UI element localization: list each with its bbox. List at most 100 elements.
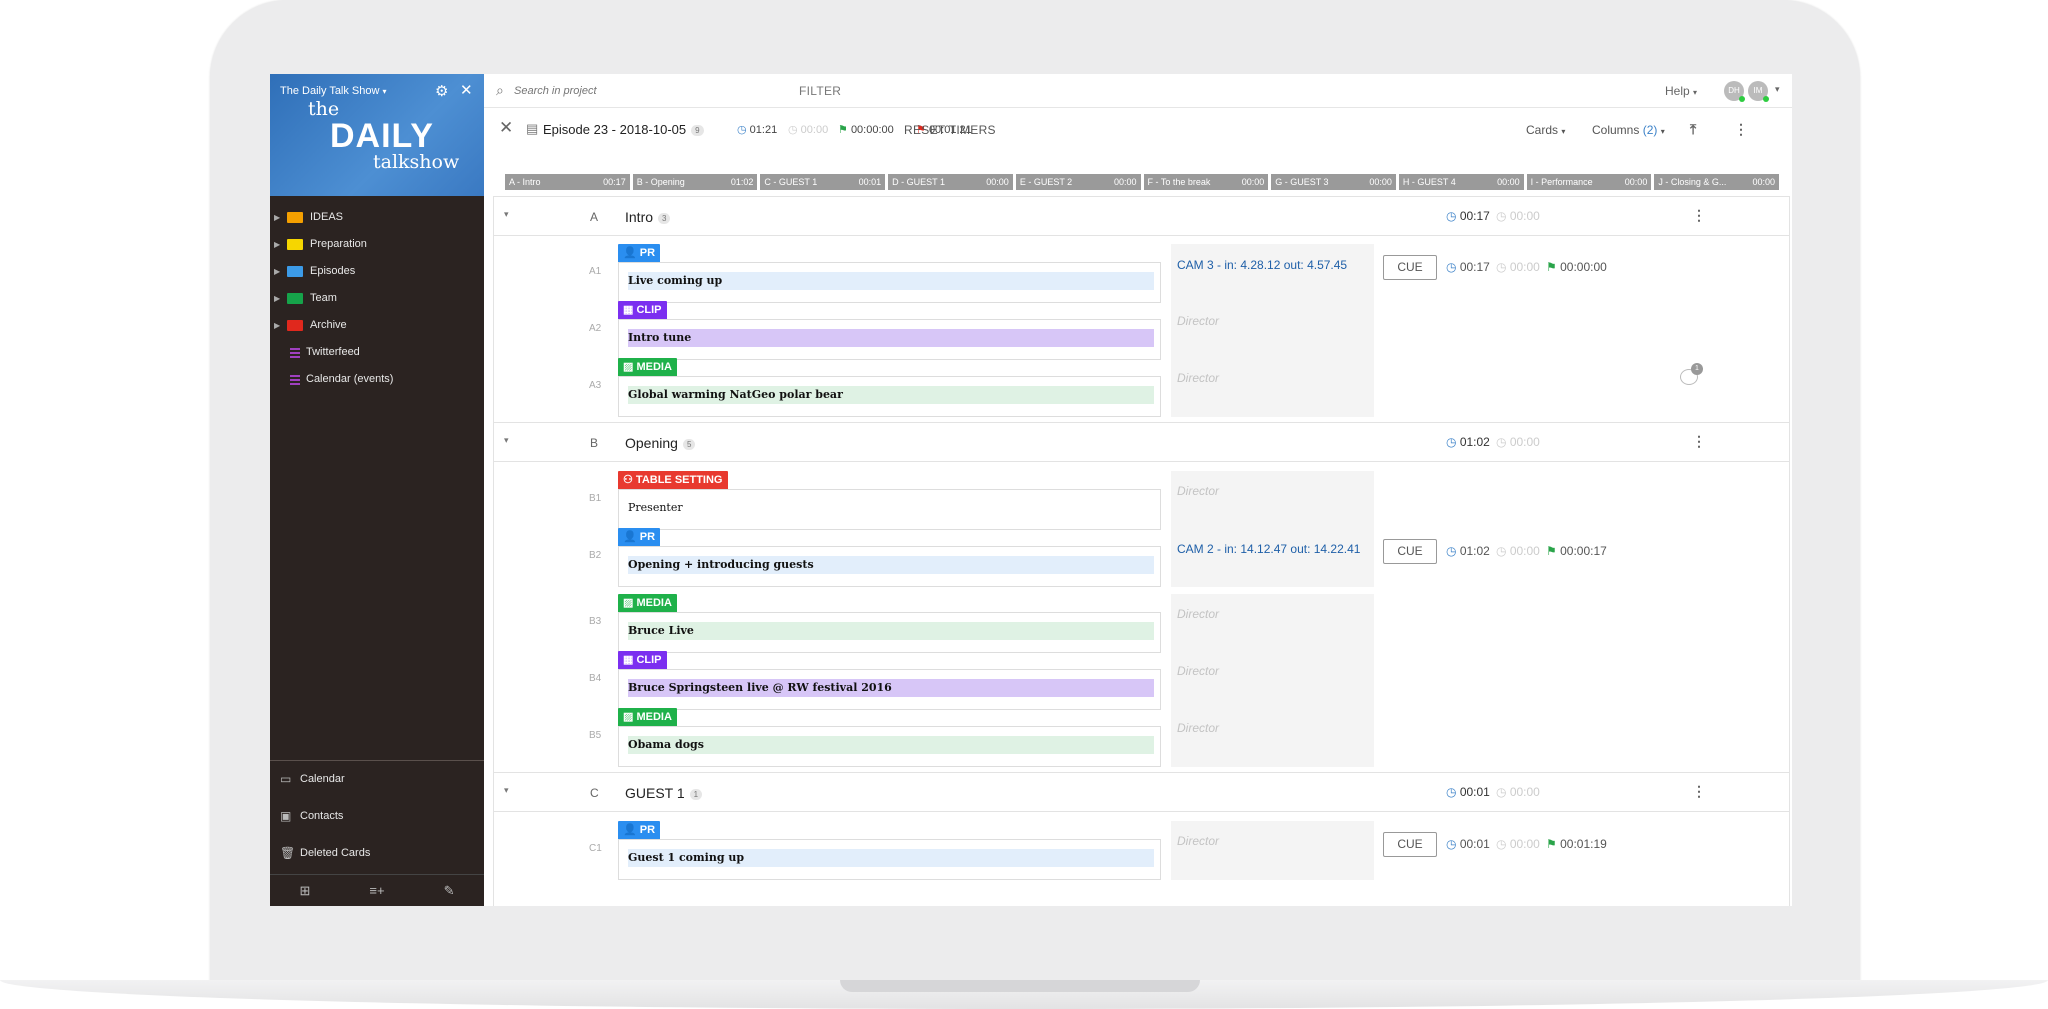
search-input[interactable] <box>514 79 794 103</box>
card-type-tag[interactable]: ▨ MEDIA <box>618 594 677 613</box>
card-title[interactable]: Obama dogs <box>628 736 1154 754</box>
director-note-field[interactable]: Director <box>1171 708 1374 767</box>
segment-chip[interactable]: J - Closing & G... 00:00 <box>1654 174 1780 190</box>
cue-button[interactable]: CUE <box>1383 832 1437 857</box>
cards-view-select[interactable]: Cards ▾ <box>1526 123 1565 137</box>
chevron-down-icon[interactable]: ▾ <box>504 435 509 446</box>
help-menu[interactable]: Help ▾ <box>1665 84 1697 98</box>
caret-right-icon[interactable]: ▶ <box>274 231 280 258</box>
card-type-tag[interactable]: 👤 PR <box>618 244 661 263</box>
more-vertical-icon[interactable]: ⋮ <box>1734 121 1748 138</box>
more-vertical-icon[interactable]: ⋮ <box>1692 783 1706 800</box>
segment-chip[interactable]: C - GUEST 1 00:01 <box>760 174 886 190</box>
sidebar-item-calendar-events[interactable]: Calendar (events) <box>270 366 484 393</box>
project-tree: ▶ IDEAS ▶ Preparation ▶ Episodes ▶ Team ▶ Archive… <box>270 204 484 393</box>
card-title[interactable]: Opening + introducing guests <box>628 556 1154 574</box>
group-name[interactable]: Opening 5 <box>625 435 696 451</box>
avatar[interactable]: DH <box>1724 81 1745 102</box>
card-title[interactable]: Intro tune <box>628 329 1154 347</box>
sidebar-item-preparation[interactable]: ▶ Preparation <box>270 231 484 258</box>
sidebar-toolbar: ⊞ ≡+ ✎ <box>270 874 484 906</box>
card-type-tag[interactable]: ▨ MEDIA <box>618 358 677 377</box>
group-name[interactable]: GUEST 1 1 <box>625 785 703 801</box>
sidebar-item-archive[interactable]: ▶ Archive <box>270 312 484 339</box>
card-title[interactable]: Global warming NatGeo polar bear <box>628 386 1154 404</box>
caret-right-icon[interactable]: ▶ <box>274 204 280 231</box>
card-type-tag[interactable]: ▦ CLIP <box>618 651 667 670</box>
sidebar-item-episodes[interactable]: ▶ Episodes <box>270 258 484 285</box>
card-title-box[interactable]: Global warming NatGeo polar bear <box>618 376 1161 417</box>
card-title[interactable]: Guest 1 coming up <box>628 849 1154 867</box>
segment-chip[interactable]: A - Intro 00:17 <box>505 174 630 190</box>
sidebar-footer-label: Contacts <box>300 810 344 822</box>
director-note-field[interactable]: Director <box>1171 821 1374 880</box>
card-title[interactable]: Presenter <box>628 499 1154 517</box>
segment-chip[interactable]: D - GUEST 1 00:00 <box>888 174 1013 190</box>
chevron-down-icon: ▾ <box>1561 127 1566 136</box>
avatar-initials: DH <box>1728 86 1740 95</box>
more-vertical-icon[interactable]: ⋮ <box>1692 207 1706 224</box>
segment-chip[interactable]: F - To the break 00:00 <box>1143 174 1269 190</box>
card-type-tag[interactable]: ▨ MEDIA <box>618 708 677 727</box>
segment-chip[interactable]: H - GUEST 4 00:00 <box>1398 174 1524 190</box>
card-type-tag[interactable]: ⚇ TABLE SETTING <box>618 471 728 490</box>
folder-icon <box>287 212 303 223</box>
card-title-box[interactable]: Guest 1 coming up <box>618 839 1161 880</box>
card-title[interactable]: Bruce Live <box>628 622 1154 640</box>
card-title[interactable]: Live coming up <box>628 272 1154 290</box>
clock-icon: ◷ <box>1446 837 1460 851</box>
camera-note[interactable]: CAM 2 - in: 14.12.47 out: 14.22.41 <box>1171 528 1374 587</box>
sidebar-item-twitterfeed[interactable]: Twitterfeed <box>270 339 484 366</box>
group-header[interactable]: ▾ C GUEST 1 1 ◷ 00:01 ◷ 00:00 ⋮ <box>494 772 1789 812</box>
add-folder-icon[interactable]: ⊞ <box>300 883 311 899</box>
card-row: B5 ▨ MEDIA Obama dogs Director <box>494 700 1789 767</box>
filter-button[interactable]: FILTER <box>799 84 841 98</box>
group-header[interactable]: ▾ B Opening 5 ◷ 01:02 ◷ 00:00 ⋮ <box>494 422 1789 462</box>
close-icon[interactable]: ✕ <box>460 81 473 99</box>
segment-chip[interactable]: I - Performance 00:00 <box>1526 174 1652 190</box>
gear-icon[interactable]: ⚙ <box>435 82 448 100</box>
sidebar-footer-contacts[interactable]: ▣ Contacts <box>270 798 484 835</box>
segment-chip[interactable]: E - GUEST 2 00:00 <box>1015 174 1141 190</box>
add-card-icon[interactable]: ✎ <box>444 883 455 899</box>
card-type-label: PR <box>639 824 656 836</box>
chevron-down-icon[interactable]: ▾ <box>1775 84 1780 95</box>
group-name[interactable]: Intro 3 <box>625 209 671 225</box>
columns-select[interactable]: Columns (2) ▾ <box>1592 123 1665 137</box>
group-timer: ◷ 00:00 <box>1496 435 1540 449</box>
avatar[interactable]: IM <box>1748 81 1769 102</box>
project-switcher[interactable]: The Daily Talk Show ▾ <box>280 85 387 97</box>
chevron-down-icon[interactable]: ▾ <box>504 785 509 796</box>
comment-icon[interactable]: 1 <box>1680 363 1703 385</box>
close-icon[interactable]: ✕ <box>499 118 513 138</box>
sidebar-item-ideas[interactable]: ▶ IDEAS <box>270 204 484 231</box>
cue-button[interactable]: CUE <box>1383 539 1437 564</box>
caret-right-icon[interactable]: ▶ <box>274 258 280 285</box>
green-flag-icon: ⚑ <box>1546 544 1561 558</box>
group-header[interactable]: ▾ A Intro 3 ◷ 00:17 ◷ 00:00 ⋮ <box>494 196 1789 236</box>
reset-timers-button[interactable]: RESET TIMERS <box>904 123 996 137</box>
sidebar-footer-deleted-cards[interactable]: 🗑 Deleted Cards <box>270 835 484 872</box>
card-title-box[interactable]: Obama dogs <box>618 726 1161 767</box>
collapse-all-icon[interactable]: ⤒ <box>1690 121 1696 138</box>
segment-label: G - GUEST 3 <box>1275 177 1329 187</box>
episode-title[interactable]: Episode 23 - 2018-10-05 9 <box>543 122 704 137</box>
caret-right-icon[interactable]: ▶ <box>274 312 280 339</box>
segment-chip[interactable]: G - GUEST 3 00:00 <box>1271 174 1396 190</box>
card-type-tag[interactable]: ▦ CLIP <box>618 301 667 320</box>
card-type-tag[interactable]: 👤 PR <box>618 528 661 547</box>
cue-button[interactable]: CUE <box>1383 255 1437 280</box>
segment-chip[interactable]: B - Opening 01:02 <box>632 174 758 190</box>
more-vertical-icon[interactable]: ⋮ <box>1692 433 1706 450</box>
sidebar-footer-calendar[interactable]: ▭ Calendar <box>270 761 484 798</box>
card-type-tag[interactable]: 👤 PR <box>618 821 661 840</box>
sidebar-item-team[interactable]: ▶ Team <box>270 285 484 312</box>
chevron-down-icon[interactable]: ▾ <box>504 209 509 220</box>
card-duration-value: 00:01 <box>1459 837 1490 851</box>
card-title-box[interactable]: Opening + introducing guests <box>618 546 1161 587</box>
group-timer-value: 00:00 <box>1509 785 1540 799</box>
caret-right-icon[interactable]: ▶ <box>274 285 280 312</box>
card-title[interactable]: Bruce Springsteen live @ RW festival 201… <box>628 679 1154 697</box>
director-note-field[interactable]: Director <box>1171 358 1374 417</box>
add-list-icon[interactable]: ≡+ <box>369 883 384 898</box>
